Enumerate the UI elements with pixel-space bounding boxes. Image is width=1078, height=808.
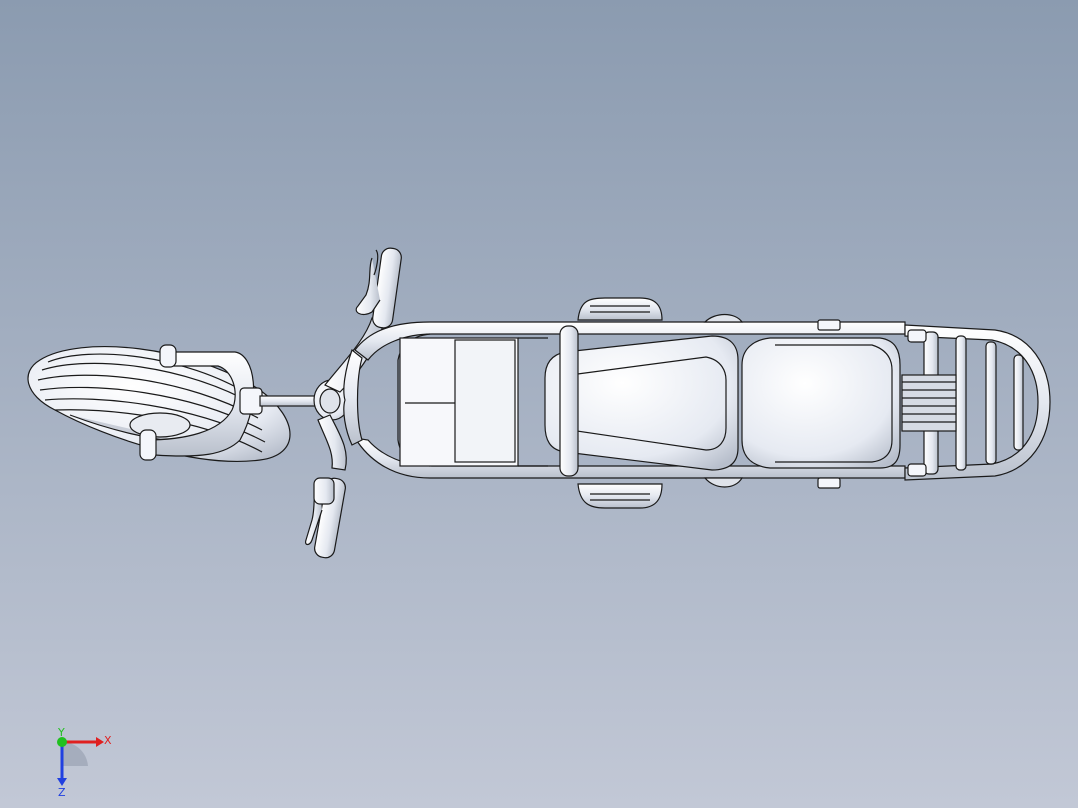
view-orientation-triad: X Y Z bbox=[57, 728, 112, 798]
steering-column[interactable] bbox=[259, 395, 323, 407]
rear-wheel[interactable] bbox=[901, 374, 957, 432]
z-axis-label: Z bbox=[58, 786, 66, 798]
x-arrowhead bbox=[96, 737, 104, 747]
graphics-viewport[interactable]: X Y Z bbox=[0, 0, 1078, 808]
handlebar-lower[interactable] bbox=[305, 414, 347, 559]
front-seat[interactable] bbox=[544, 325, 739, 477]
scooter-model[interactable] bbox=[0, 0, 1078, 808]
y-axis-label: Y bbox=[57, 728, 65, 739]
floorboard[interactable] bbox=[399, 337, 548, 467]
x-axis-label: X bbox=[104, 734, 112, 747]
triad-plane bbox=[62, 741, 88, 766]
rear-seat[interactable] bbox=[741, 337, 901, 469]
footrest-left[interactable] bbox=[577, 297, 663, 321]
handlebar-upper[interactable] bbox=[324, 247, 402, 393]
z-arrowhead bbox=[57, 778, 67, 786]
footrest-right[interactable] bbox=[577, 483, 663, 509]
